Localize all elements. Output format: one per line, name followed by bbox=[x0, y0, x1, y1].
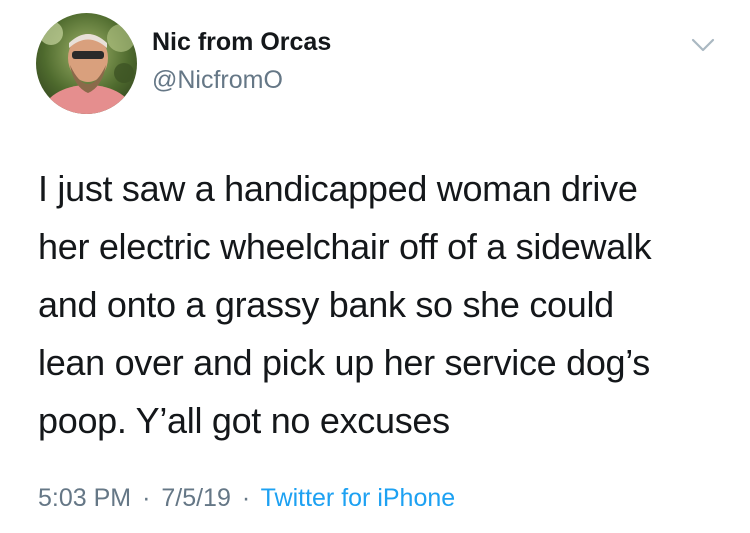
separator: · bbox=[142, 484, 151, 512]
tweet-text-line: poop. Y’all got no excuses bbox=[38, 400, 450, 441]
author-display-name[interactable]: Nic from Orcas bbox=[152, 28, 331, 57]
chevron-down-icon[interactable] bbox=[690, 36, 716, 54]
tweet-text-line: and onto a grassy bank so she could bbox=[38, 284, 614, 325]
author-handle[interactable]: @NicfromO bbox=[152, 66, 283, 95]
avatar[interactable] bbox=[36, 13, 137, 114]
tweet-text: I just saw a handicapped woman drive her… bbox=[38, 160, 728, 450]
tweet-time[interactable]: 5:03 PM bbox=[38, 484, 131, 512]
tweet-source-link[interactable]: Twitter for iPhone bbox=[261, 484, 456, 512]
tweet-text-line: her electric wheelchair off of a sidewal… bbox=[38, 226, 652, 267]
tweet-text-line: lean over and pick up her service dog’s bbox=[38, 342, 651, 383]
avatar-photo bbox=[36, 13, 137, 114]
tweet-meta: 5:03 PM · 7/5/19 · Twitter for iPhone bbox=[38, 484, 455, 513]
tweet-text-line: I just saw a handicapped woman drive bbox=[38, 168, 638, 209]
tweet-date[interactable]: 7/5/19 bbox=[161, 484, 231, 512]
separator: · bbox=[241, 484, 251, 512]
tweet-card: Nic from Orcas @NicfromO I just saw a ha… bbox=[0, 0, 750, 533]
